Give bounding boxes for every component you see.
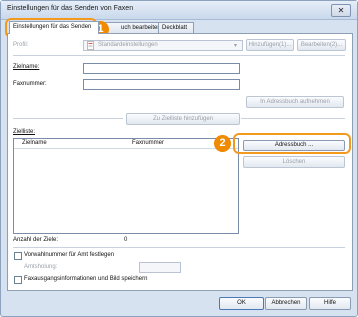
divider — [13, 55, 345, 56]
fax-number-label: Faxnummer: — [13, 81, 47, 87]
tab-coversheet[interactable]: Deckblatt — [158, 22, 194, 33]
target-list[interactable]: Zielname Faxnummer — [13, 138, 239, 234]
target-list-header: Zielname Faxnummer — [14, 139, 238, 149]
outside-line-checkbox[interactable] — [14, 252, 22, 260]
ok-button[interactable]: OK — [219, 297, 264, 310]
fax-settings-dialog: Einstellungen für das Senden von Faxen ✕… — [0, 0, 358, 317]
target-count-label: Anzahl der Ziele: — [13, 237, 59, 243]
callout-badge-2: 2 — [214, 135, 231, 152]
chevron-down-icon: ▾ — [234, 43, 238, 49]
target-list-label: Zielliste: — [13, 129, 36, 135]
tab-addressbook-edit-label: uch bearbeiten — [121, 25, 161, 31]
save-fax-info-label: Faxausgangsinformationen und Bild speich… — [24, 276, 148, 282]
target-name-label: Zielname: — [13, 64, 40, 70]
send-settings-panel: Profil: Standardeinstellungen ▾ Hinzufüg… — [7, 33, 353, 291]
divider — [241, 118, 345, 119]
tab-coversheet-label: Deckblatt — [162, 25, 188, 31]
profile-select[interactable]: Standardeinstellungen ▾ — [83, 40, 243, 51]
profile-add-button[interactable]: Hinzufügen(1)... — [246, 39, 294, 51]
save-fax-info-checkbox[interactable] — [14, 276, 22, 284]
cancel-button[interactable]: Abbrechen — [265, 297, 307, 310]
window-title: Einstellungen für das Senden von Faxen — [7, 5, 134, 12]
close-button[interactable]: ✕ — [331, 4, 351, 17]
add-to-list-button[interactable]: Zu Zielliste hinzufügen — [126, 113, 240, 125]
target-name-field[interactable] — [83, 63, 240, 74]
column-target-name[interactable]: Zielname — [22, 140, 47, 146]
divider — [13, 118, 123, 119]
divider — [13, 247, 345, 248]
outside-line-sub-label: Amtsholung: — [24, 264, 58, 270]
tab-send-settings[interactable]: Einstellungen für das Senden — [9, 21, 99, 34]
column-fax-number[interactable]: Faxnummer — [132, 140, 164, 146]
profile-document-icon — [87, 41, 94, 50]
outside-line-field[interactable] — [139, 262, 181, 273]
tab-addressbook-edit[interactable]: uch bearbeiten — [105, 22, 163, 33]
callout-frame-addressbook — [233, 133, 351, 154]
profile-edit-button[interactable]: Bearbeiten(2)... — [297, 39, 346, 51]
profile-label: Profil: — [13, 42, 29, 48]
outside-line-label: Vorwahlnummer für Amt festlegen — [24, 252, 115, 258]
add-to-addressbook-button[interactable]: In Adressbuch aufnehmen — [246, 96, 344, 108]
target-count-value: 0 — [124, 237, 128, 243]
fax-number-field[interactable] — [83, 79, 240, 90]
delete-button[interactable]: Löschen — [243, 156, 345, 168]
help-button[interactable]: Hilfe — [309, 297, 351, 310]
profile-value: Standardeinstellungen — [98, 42, 158, 48]
tab-send-settings-label: Einstellungen für das Senden — [13, 24, 92, 30]
